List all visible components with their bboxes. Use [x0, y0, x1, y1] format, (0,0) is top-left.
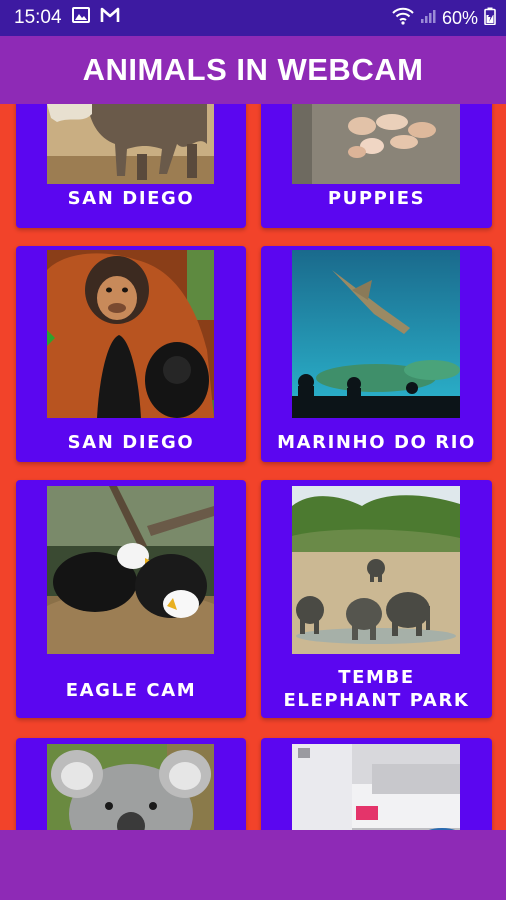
card-label-line-1: TEMBE — [338, 667, 415, 688]
elephant-park-thumbnail — [292, 486, 460, 654]
card-tembe-elephant-park[interactable]: TEMBE ELEPHANT PARK — [261, 480, 492, 718]
status-bar: 15:04 60% — [0, 0, 506, 36]
card-san-diego-elephants[interactable]: SAN DIEGO — [16, 104, 246, 228]
eagles-thumbnail — [47, 486, 214, 654]
card-puppies[interactable]: PUPPIES — [261, 104, 492, 228]
bottom-bar — [0, 830, 506, 900]
card-eagle-cam[interactable]: EAGLE CAM — [16, 480, 246, 718]
app-bar: ANIMALS IN WEBCAM — [0, 36, 506, 104]
puppies-thumbnail — [292, 104, 460, 184]
signal-icon — [420, 8, 436, 29]
battery-percent: 60% — [441, 7, 478, 28]
card-label: SAN DIEGO — [67, 188, 195, 209]
card-san-diego-orangutans[interactable]: SAN DIEGO — [16, 246, 246, 462]
mail-m-icon — [100, 7, 120, 29]
app-title: ANIMALS IN WEBCAM — [82, 52, 424, 87]
card-label: MARINHO DO RIO — [277, 432, 476, 453]
card-label-line-2: ELEPHANT PARK — [283, 690, 470, 711]
card-label: PUPPIES — [327, 188, 426, 209]
orangutans-thumbnail — [47, 250, 214, 418]
wifi-icon — [392, 7, 414, 30]
card-marinho-do-rio[interactable]: MARINHO DO RIO — [261, 246, 492, 462]
battery-icon — [484, 7, 496, 30]
card-koala[interactable] — [16, 738, 246, 830]
webcam-grid: SAN DIEGO PUPPIES SAN DIEGO MARINHO DO R… — [0, 104, 506, 830]
aquarium-thumbnail — [292, 250, 460, 418]
room-thumbnail — [292, 744, 460, 830]
card-label: EAGLE CAM — [65, 680, 197, 701]
koala-thumbnail — [47, 744, 214, 830]
status-time: 15:04 — [14, 7, 62, 28]
elephants-thumbnail — [47, 104, 214, 184]
card-room[interactable] — [261, 738, 492, 830]
image-icon — [71, 7, 90, 29]
card-label: SAN DIEGO — [67, 432, 195, 453]
